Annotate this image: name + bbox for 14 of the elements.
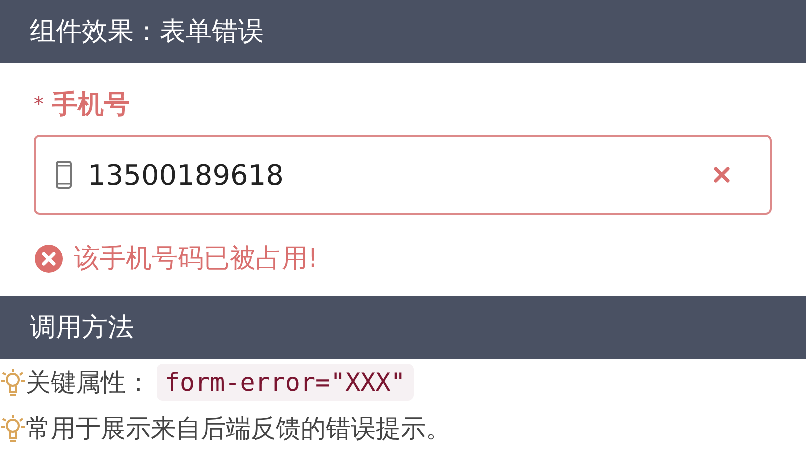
phone-icon <box>56 161 72 189</box>
section-header: 调用方法 <box>0 296 806 359</box>
code-snippet: form-error="XXX" <box>157 364 414 400</box>
lightbulb-icon <box>0 367 26 397</box>
tip-text: 常用于展示来自后端反馈的错误提示。 <box>26 412 451 444</box>
field-label: 手机号 <box>52 88 130 122</box>
phone-input-field[interactable]: 13500189618 <box>34 135 772 215</box>
tip-text: 关键属性： <box>26 366 151 398</box>
clear-icon[interactable] <box>714 167 730 183</box>
lightbulb-icon <box>0 413 26 443</box>
required-mark: * <box>34 92 44 116</box>
section-header: 组件效果：表单错误 <box>0 0 806 63</box>
error-message: 该手机号码已被占用! <box>74 243 318 276</box>
error-icon <box>34 244 64 274</box>
